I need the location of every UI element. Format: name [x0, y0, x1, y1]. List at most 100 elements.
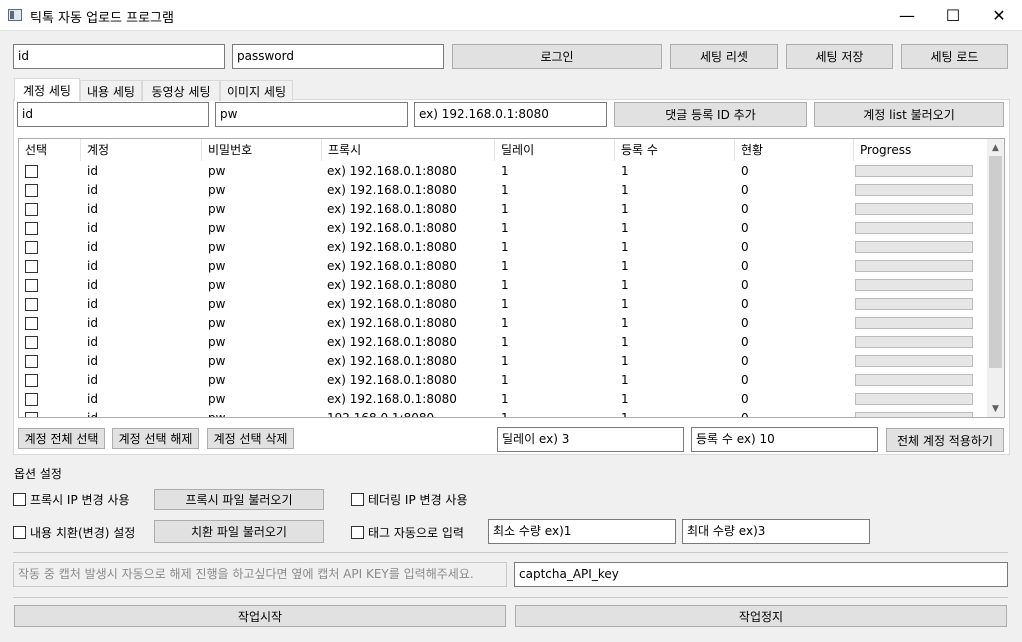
header-progress[interactable]: Progress	[854, 139, 987, 161]
table-row[interactable]: id pw ex) 192.168.0.1:8080 1 1 0	[19, 200, 987, 219]
load-replace-file-button[interactable]: 치환 파일 불러오기	[154, 520, 324, 543]
settings-load-button[interactable]: 세팅 로드	[901, 44, 1008, 69]
table-row[interactable]: id pw ex) 192.168.0.1:8080 1 1 0	[19, 162, 987, 181]
load-proxy-file-button[interactable]: 프록시 파일 불러오기	[154, 489, 324, 510]
header-proxy[interactable]: 프록시	[322, 139, 495, 161]
row-select-checkbox[interactable]	[25, 260, 38, 273]
checkbox-box[interactable]	[13, 526, 26, 539]
cell-count: 1	[621, 297, 629, 311]
row-select-checkbox[interactable]	[25, 165, 38, 178]
captcha-api-key-input[interactable]: captcha_API_key	[514, 562, 1008, 587]
row-select-checkbox[interactable]	[25, 317, 38, 330]
tab-image-settings[interactable]: 이미지 세팅	[220, 80, 293, 101]
apply-all-accounts-button[interactable]: 전체 계정 적용하기	[886, 428, 1004, 452]
close-button[interactable]: ✕	[976, 0, 1022, 31]
bulk-count-input[interactable]: 등록 수 ex) 10	[691, 427, 878, 452]
scroll-up-icon[interactable]: ▲	[987, 139, 1004, 156]
cell-status: 0	[741, 335, 749, 349]
load-account-list-button[interactable]: 계정 list 불러오기	[814, 102, 1004, 127]
header-status[interactable]: 현황	[735, 139, 854, 161]
account-id-input[interactable]: id	[17, 102, 209, 127]
app-icon	[8, 9, 22, 21]
table-row[interactable]: id pw ex) 192.168.0.1:8080 1 1 0	[19, 333, 987, 352]
cell-proxy: ex) 192.168.0.1:8080	[327, 316, 457, 330]
login-id-input[interactable]: id	[13, 44, 225, 69]
account-proxy-input[interactable]: ex) 192.168.0.1:8080	[414, 102, 607, 127]
tag-auto-input-checkbox[interactable]: 태그 자동으로 입력	[351, 524, 464, 541]
cell-account: id	[87, 354, 98, 368]
cell-password: pw	[208, 164, 226, 178]
divider	[13, 597, 1008, 598]
stop-task-button[interactable]: 작업정지	[515, 605, 1007, 627]
cell-account: id	[87, 259, 98, 273]
settings-reset-button[interactable]: 세팅 리셋	[670, 44, 778, 69]
table-row[interactable]: id pw ex) 192.168.0.1:8080 1 1 0	[19, 371, 987, 390]
scroll-thumb[interactable]	[989, 156, 1002, 368]
content-replace-label: 내용 치환(변경) 설정	[30, 526, 136, 540]
row-select-checkbox[interactable]	[25, 355, 38, 368]
delete-selected-accounts-button[interactable]: 계정 선택 삭제	[207, 428, 294, 449]
cell-proxy: ex) 192.168.0.1:8080	[327, 373, 457, 387]
deselect-accounts-button[interactable]: 계정 선택 해제	[112, 428, 199, 449]
row-select-checkbox[interactable]	[25, 241, 38, 254]
cell-status: 0	[741, 411, 749, 418]
cell-password: pw	[208, 202, 226, 216]
tab-video-settings[interactable]: 동영상 세팅	[142, 80, 220, 101]
row-progress-bar	[855, 298, 973, 310]
table-row[interactable]: id pw ex) 192.168.0.1:8080 1 1 0	[19, 390, 987, 409]
login-button[interactable]: 로그인	[452, 44, 662, 69]
header-delay[interactable]: 딜레이	[495, 139, 615, 161]
row-select-checkbox[interactable]	[25, 412, 38, 417]
row-select-checkbox[interactable]	[25, 222, 38, 235]
row-select-checkbox[interactable]	[25, 203, 38, 216]
add-comment-id-button[interactable]: 댓글 등록 ID 추가	[614, 102, 807, 127]
account-pw-input[interactable]: pw	[215, 102, 408, 127]
min-count-input[interactable]: 최소 수량 ex)1	[488, 519, 676, 544]
settings-save-button[interactable]: 세팅 저장	[786, 44, 893, 69]
checkbox-box[interactable]	[13, 493, 26, 506]
cell-delay: 1	[501, 392, 509, 406]
start-task-button[interactable]: 작업시작	[14, 605, 506, 627]
table-row[interactable]: id pw ex) 192.168.0.1:8080 1 1 0	[19, 295, 987, 314]
cell-password: pw	[208, 335, 226, 349]
table-row[interactable]: id pw ex) 192.168.0.1:8080 1 1 0	[19, 276, 987, 295]
row-select-checkbox[interactable]	[25, 374, 38, 387]
header-select[interactable]: 선택	[19, 139, 81, 161]
select-all-accounts-button[interactable]: 계정 전체 선택	[18, 428, 105, 449]
table-row[interactable]: id pw ex) 192.168.0.1:8080 1 1 0	[19, 238, 987, 257]
table-row[interactable]: id pw ex) 192.168.0.1:8080 1 1 0	[19, 314, 987, 333]
login-password-input[interactable]: password	[232, 44, 444, 69]
content-replace-checkbox[interactable]: 내용 치환(변경) 설정	[13, 524, 135, 541]
cell-count: 1	[621, 259, 629, 273]
cell-count: 1	[621, 183, 629, 197]
tethering-ip-change-checkbox[interactable]: 테더링 IP 변경 사용	[351, 491, 468, 508]
table-row[interactable]: id pw ex) 192.168.0.1:8080 1 1 0	[19, 257, 987, 276]
row-select-checkbox[interactable]	[25, 184, 38, 197]
vertical-scrollbar[interactable]: ▲ ▼	[987, 139, 1004, 417]
table-row[interactable]: id pw 192.168.0.1:8080 1 1 0	[19, 409, 987, 418]
cell-delay: 1	[501, 183, 509, 197]
header-count[interactable]: 등록 수	[615, 139, 735, 161]
cell-proxy: ex) 192.168.0.1:8080	[327, 202, 457, 216]
bulk-delay-input[interactable]: 딜레이 ex) 3	[497, 427, 684, 452]
checkbox-box[interactable]	[351, 493, 364, 506]
scroll-down-icon[interactable]: ▼	[987, 400, 1004, 417]
row-select-checkbox[interactable]	[25, 393, 38, 406]
row-select-checkbox[interactable]	[25, 279, 38, 292]
checkbox-box[interactable]	[351, 526, 364, 539]
table-row[interactable]: id pw ex) 192.168.0.1:8080 1 1 0	[19, 352, 987, 371]
table-row[interactable]: id pw ex) 192.168.0.1:8080 1 1 0	[19, 219, 987, 238]
table-row[interactable]: id pw ex) 192.168.0.1:8080 1 1 0	[19, 181, 987, 200]
row-progress-bar	[855, 184, 973, 196]
max-count-input[interactable]: 최대 수량 ex)3	[682, 519, 870, 544]
row-select-checkbox[interactable]	[25, 336, 38, 349]
maximize-button[interactable]: ☐	[930, 0, 976, 31]
header-account[interactable]: 계정	[81, 139, 202, 161]
row-select-checkbox[interactable]	[25, 298, 38, 311]
cell-status: 0	[741, 259, 749, 273]
tab-account-settings[interactable]: 계정 세팅	[14, 78, 80, 101]
proxy-ip-change-checkbox[interactable]: 프록시 IP 변경 사용	[13, 491, 130, 508]
tab-content-settings[interactable]: 내용 세팅	[80, 80, 142, 101]
minimize-button[interactable]: —	[884, 0, 930, 31]
header-password[interactable]: 비밀번호	[202, 139, 322, 161]
